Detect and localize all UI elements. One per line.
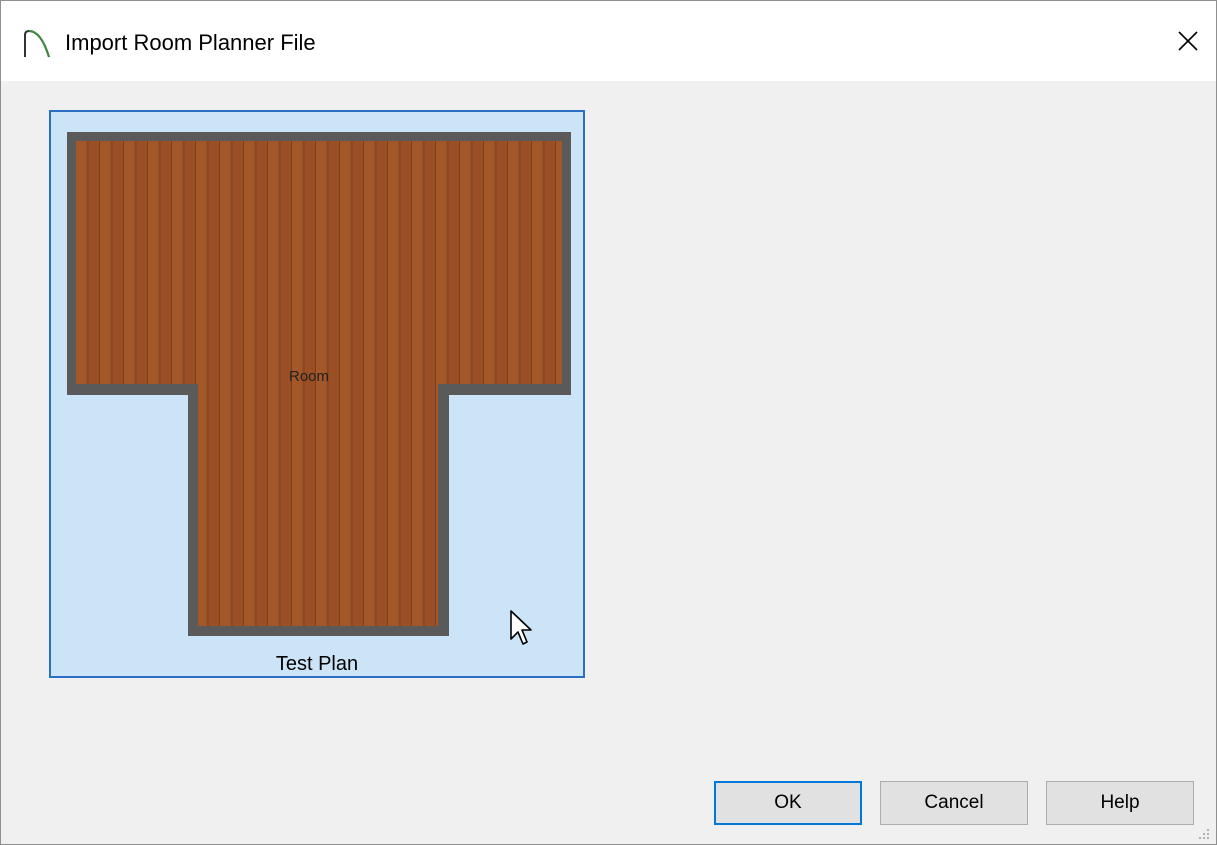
plan-caption: Test Plan: [275, 653, 359, 675]
close-icon: [1178, 31, 1198, 51]
arch-icon: [24, 29, 50, 58]
plan-thumbnail-tile[interactable]: Room Test Plan: [49, 110, 585, 678]
help-button[interactable]: Help: [1046, 781, 1194, 825]
room-label: Room: [289, 368, 330, 385]
title-bar[interactable]: Import Room Planner File: [1, 1, 1216, 81]
cancel-button[interactable]: Cancel: [880, 781, 1028, 825]
close-button[interactable]: [1166, 19, 1210, 63]
import-room-planner-dialog: Import Room Planner File Room Test Plan …: [0, 0, 1217, 845]
ok-button[interactable]: OK: [714, 781, 862, 825]
dialog-title: Import Room Planner File: [65, 30, 316, 55]
resize-grip-icon[interactable]: [1196, 826, 1210, 840]
mouse-pointer-icon: [510, 610, 532, 645]
